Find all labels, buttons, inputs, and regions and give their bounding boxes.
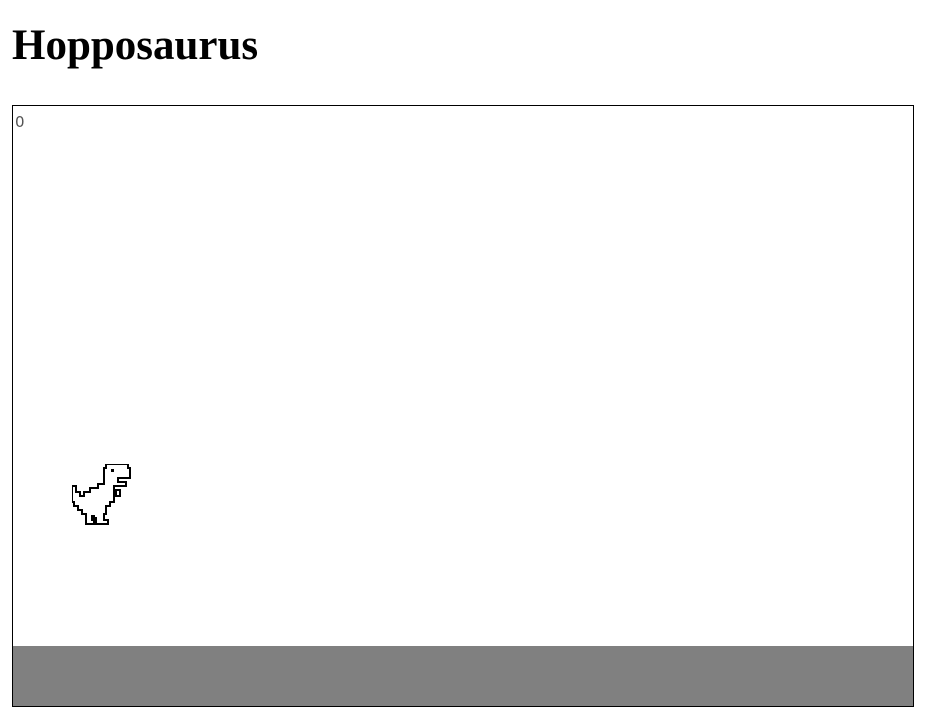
- page-title: Hopposaurus: [12, 22, 259, 69]
- score-counter: 0: [15, 113, 25, 131]
- game-canvas[interactable]: 0: [12, 105, 914, 707]
- dinosaur-icon: [72, 464, 132, 528]
- ground: [13, 646, 913, 706]
